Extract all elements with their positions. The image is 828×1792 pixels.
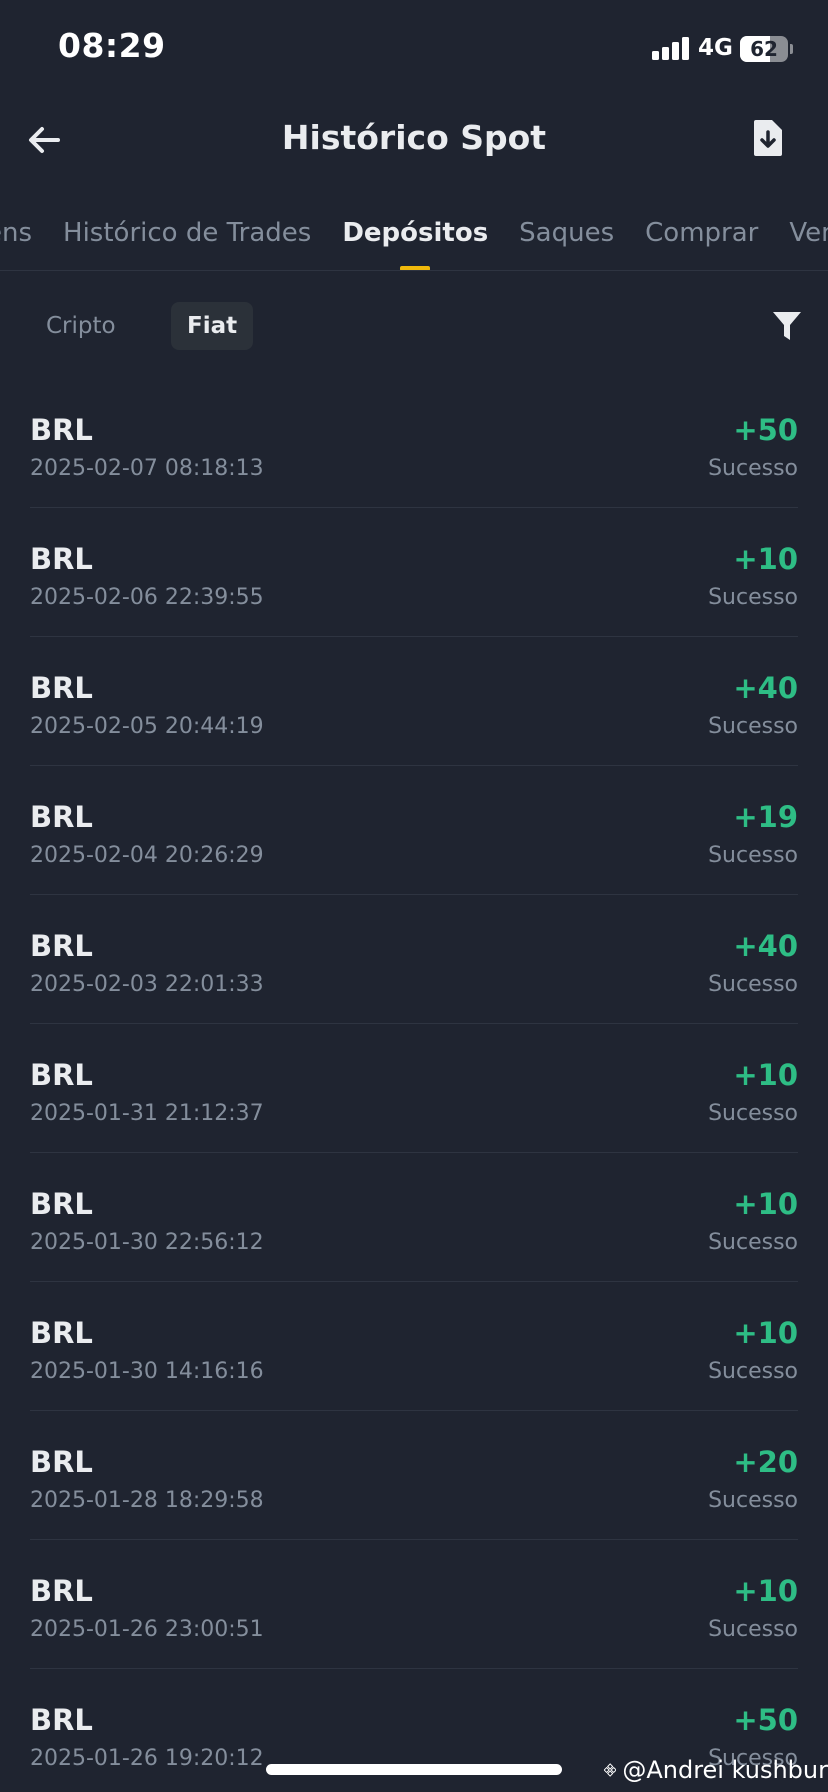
header: Histórico Spot <box>0 100 828 180</box>
deposit-amount: +20 <box>733 1445 798 1479</box>
deposit-row[interactable]: BRL 2025-01-31 21:12:37 +10 Sucesso <box>30 1024 798 1153</box>
deposit-asset: BRL <box>30 1058 93 1092</box>
tab-comprar[interactable]: Comprar <box>645 218 758 268</box>
signal-icon <box>652 37 689 60</box>
deposit-amount: +50 <box>733 1703 798 1737</box>
tab-partial-left[interactable]: ens <box>0 218 32 268</box>
status-time: 08:29 <box>58 26 166 65</box>
deposit-asset: BRL <box>30 800 93 834</box>
deposit-time: 2025-01-26 19:20:12 <box>30 1746 264 1771</box>
deposit-row[interactable]: BRL 2025-01-26 23:00:51 +10 Sucesso <box>30 1540 798 1669</box>
binance-logo-icon <box>604 1763 617 1777</box>
deposit-time: 2025-02-04 20:26:29 <box>30 843 264 868</box>
deposit-time: 2025-02-05 20:44:19 <box>30 714 264 739</box>
deposit-asset: BRL <box>30 1187 93 1221</box>
deposit-status: Sucesso <box>708 1101 798 1126</box>
home-indicator <box>266 1764 562 1775</box>
deposit-row[interactable]: BRL 2025-02-03 22:01:33 +40 Sucesso <box>30 895 798 1024</box>
battery-label: 62 <box>750 37 778 61</box>
tab-label: Comprar <box>645 218 759 248</box>
tab-saques[interactable]: Saques <box>519 218 614 268</box>
deposit-row[interactable]: BRL 2025-02-07 08:18:13 +50 Sucesso <box>30 379 798 508</box>
screen: 08:29 4G 62 Histórico Spot ens <box>0 0 828 1792</box>
deposit-row[interactable]: BRL 2025-01-28 18:29:58 +20 Sucesso <box>30 1411 798 1540</box>
deposit-row[interactable]: BRL 2025-01-30 22:56:12 +10 Sucesso <box>30 1153 798 1282</box>
deposit-row[interactable]: BRL 2025-02-05 20:44:19 +40 Sucesso <box>30 637 798 766</box>
funnel-icon[interactable] <box>772 310 802 342</box>
deposit-time: 2025-01-30 22:56:12 <box>30 1230 264 1255</box>
tab-label: Depósitos <box>342 218 489 248</box>
deposit-amount: +10 <box>733 1574 798 1608</box>
deposit-amount: +19 <box>733 800 798 834</box>
deposit-time: 2025-01-31 21:12:37 <box>30 1101 264 1126</box>
tab-label: ens <box>0 218 33 248</box>
watermark-text: @Andrei kushbur <box>622 1756 828 1784</box>
deposit-status: Sucesso <box>708 1359 798 1384</box>
tab-bar: ens Histórico de Trades Depósitos Saques… <box>0 214 828 271</box>
active-tab-indicator <box>400 266 431 270</box>
battery-body: 62 <box>740 36 788 62</box>
tab-depositos[interactable]: Depósitos <box>342 218 489 270</box>
deposit-status: Sucesso <box>708 1230 798 1255</box>
page-title: Histórico Spot <box>281 118 547 157</box>
tab-historico-de-trades[interactable]: Histórico de Trades <box>63 218 311 268</box>
deposit-asset: BRL <box>30 1703 93 1737</box>
deposit-amount: +50 <box>733 413 798 447</box>
deposit-status: Sucesso <box>708 714 798 739</box>
deposit-status: Sucesso <box>708 1488 798 1513</box>
tab-vender[interactable]: Vend <box>789 218 828 268</box>
deposit-status: Sucesso <box>708 585 798 610</box>
deposit-asset: BRL <box>30 1316 93 1350</box>
deposit-amount: +10 <box>733 1187 798 1221</box>
deposit-asset: BRL <box>30 413 93 447</box>
deposit-status: Sucesso <box>708 1617 798 1642</box>
network-label: 4G <box>698 35 733 61</box>
deposit-list: BRL 2025-02-07 08:18:13 +50 Sucesso BRL 2025-… <box>30 379 798 1792</box>
deposit-amount: +10 <box>733 1058 798 1092</box>
status-bar: 08:29 4G 62 <box>0 0 828 100</box>
deposit-time: 2025-02-06 22:39:55 <box>30 585 264 610</box>
deposit-amount: +40 <box>733 929 798 963</box>
asset-type-filter: Cripto Fiat <box>0 300 828 354</box>
deposit-time: 2025-02-07 08:18:13 <box>30 456 264 481</box>
fiat-chip[interactable]: Fiat <box>171 302 254 350</box>
deposit-asset: BRL <box>30 1574 93 1608</box>
deposit-row[interactable]: BRL 2025-01-30 14:16:16 +10 Sucesso <box>30 1282 798 1411</box>
deposit-time: 2025-01-28 18:29:58 <box>30 1488 264 1513</box>
deposit-asset: BRL <box>30 542 93 576</box>
deposit-amount: +10 <box>733 1316 798 1350</box>
deposit-amount: +40 <box>733 671 798 705</box>
deposit-asset: BRL <box>30 671 93 705</box>
deposit-amount: +10 <box>733 542 798 576</box>
tab-label: Histórico de Trades <box>63 218 312 248</box>
deposit-asset: BRL <box>30 929 93 963</box>
watermark: @Andrei kushbur <box>604 1750 828 1790</box>
deposit-time: 2025-02-03 22:01:33 <box>30 972 264 997</box>
tab-label: Vend <box>789 218 828 248</box>
deposit-status: Sucesso <box>708 456 798 481</box>
deposit-status: Sucesso <box>708 843 798 868</box>
file-download-icon[interactable] <box>752 118 784 158</box>
cripto-chip[interactable]: Cripto <box>30 302 132 350</box>
deposit-time: 2025-01-30 14:16:16 <box>30 1359 264 1384</box>
tabs-track: ens Histórico de Trades Depósitos Saques… <box>0 218 828 270</box>
battery-icon: 62 <box>740 36 793 62</box>
deposit-row[interactable]: BRL 2025-02-04 20:26:29 +19 Sucesso <box>30 766 798 895</box>
battery-tip <box>790 44 793 54</box>
deposit-row[interactable]: BRL 2025-02-06 22:39:55 +10 Sucesso <box>30 508 798 637</box>
tab-label: Saques <box>519 218 615 248</box>
deposit-status: Sucesso <box>708 972 798 997</box>
deposit-asset: BRL <box>30 1445 93 1479</box>
deposit-time: 2025-01-26 23:00:51 <box>30 1617 264 1642</box>
